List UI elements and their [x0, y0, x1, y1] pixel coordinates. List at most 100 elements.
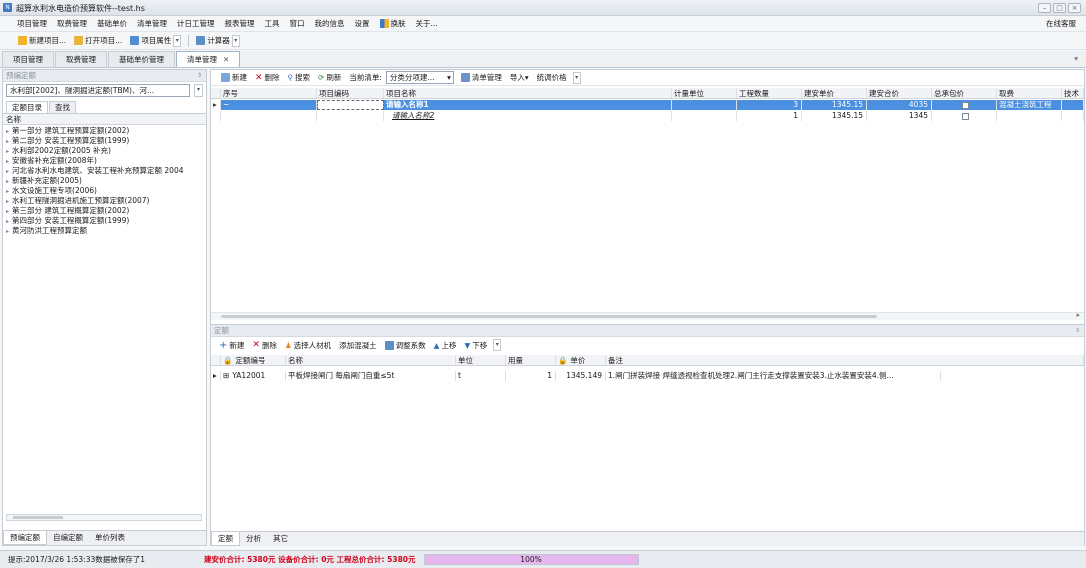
menu-daywork[interactable]: 计日工管理	[172, 16, 220, 32]
expand-arrow-icon[interactable]: ▸	[6, 178, 9, 185]
horizontal-scrollbar[interactable]	[6, 514, 202, 521]
tree-item[interactable]: ▸ 水利工程隧洞掘进机施工预算定额(2007)	[3, 196, 206, 206]
col-unit[interactable]: 计量单位	[672, 88, 737, 98]
menu-project[interactable]: 项目管理	[12, 16, 52, 32]
tab-quota-catalog[interactable]: 定额目录	[6, 101, 48, 113]
chevron-down-icon[interactable]: ▾	[572, 71, 581, 84]
expand-arrow-icon[interactable]: ▸	[6, 228, 9, 235]
col-quota-code[interactable]: 🔒 定额编号	[221, 355, 286, 365]
cell-quota-code[interactable]: ⊞ YA12001	[221, 371, 286, 381]
chevron-down-icon[interactable]: ▾	[173, 34, 182, 47]
tab-unit-price-list[interactable]: 单价列表	[89, 531, 131, 545]
tree-item[interactable]: ▸ 河北省水利水电建筑、安装工程补充预算定额 2004	[3, 166, 206, 176]
cell-code-editing[interactable]	[317, 100, 384, 110]
tree-item[interactable]: ▸ 水文设施工程专项(2006)	[3, 186, 206, 196]
online-service-link[interactable]: 在线客服	[1041, 16, 1086, 32]
expand-arrow-icon[interactable]: ▸	[6, 188, 9, 195]
expand-plus-icon[interactable]: ⊞	[223, 371, 229, 380]
unify-price-button[interactable]: 统调价格	[533, 70, 571, 86]
col-qty[interactable]: 工程数量	[737, 88, 802, 98]
pin-icon[interactable]: ⇕	[1075, 325, 1080, 337]
col-quota-qty[interactable]: 用量	[506, 355, 556, 365]
tab-search[interactable]: 查找	[49, 101, 76, 113]
adjust-coef-button[interactable]: 调整系数	[381, 337, 430, 353]
menu-report[interactable]: 报表管理	[220, 16, 260, 32]
cell-unit-price[interactable]: 1345.15	[802, 100, 867, 110]
expand-arrow-icon[interactable]: ▸	[6, 138, 9, 145]
menu-settings[interactable]: 设置	[350, 16, 375, 32]
cell-quota-qty[interactable]: 1	[506, 371, 556, 381]
col-quota-name[interactable]: 名称	[286, 355, 456, 365]
tree-item[interactable]: ▸ 第四部分 安装工程概算定额(1999)	[3, 216, 206, 226]
cell-code[interactable]	[317, 111, 384, 121]
chevron-down-icon[interactable]: ▾	[447, 72, 451, 83]
expand-arrow-icon[interactable]: ▸	[6, 128, 9, 135]
scroll-right-icon[interactable]: ▸	[1076, 311, 1080, 319]
list-manage-button[interactable]: 清单管理	[457, 70, 506, 86]
table-row[interactable]: ▸ − 请输入名称1 3 1345.15 4035 混凝土浇筑工程	[211, 100, 1084, 110]
cell-seq[interactable]	[221, 111, 317, 121]
tab-project-manage[interactable]: 项目管理	[2, 51, 54, 67]
quota-new-button[interactable]: + 新建	[215, 337, 248, 353]
cell-unit[interactable]	[672, 111, 737, 121]
tab-fee-manage[interactable]: 取费管理	[55, 51, 107, 67]
tab-other[interactable]: 其它	[267, 532, 294, 546]
expand-arrow-icon[interactable]: ▸	[6, 218, 9, 225]
menu-my-info[interactable]: 我的信息	[310, 16, 350, 32]
cell-general-contract[interactable]	[932, 100, 997, 110]
open-project-button[interactable]: 打开项目...	[70, 33, 126, 49]
cell-qty[interactable]: 3	[737, 100, 802, 110]
cell-technical[interactable]	[1062, 111, 1084, 121]
tab-list-manage[interactable]: 清单管理 ✕	[176, 51, 241, 67]
expand-arrow-icon[interactable]: ▸	[6, 208, 9, 215]
new-item-button[interactable]: 新建	[217, 70, 251, 86]
tab-custom-quota[interactable]: 自编定额	[47, 531, 89, 545]
expand-arrow-icon[interactable]: ▸	[6, 198, 9, 205]
maximize-button[interactable]: □	[1053, 3, 1066, 13]
table-row[interactable]: ▸ ⊞ YA12001 平板焊接闸门 每扇闸门自重≤5t t 1 1345.149…	[211, 371, 1084, 381]
menu-tools[interactable]: 工具	[260, 16, 285, 32]
scrollbar-thumb[interactable]	[221, 315, 877, 318]
col-seq[interactable]: 序号	[221, 88, 317, 98]
close-button[interactable]: ×	[1068, 3, 1081, 13]
add-concrete-button[interactable]: 添加混凝土	[335, 337, 381, 353]
cell-technical[interactable]	[1062, 100, 1084, 110]
pin-icon[interactable]: ⇕	[197, 70, 202, 82]
scrollbar-thumb[interactable]	[13, 516, 63, 519]
cell-total[interactable]: 4035	[867, 100, 932, 110]
tabs-overflow-icon[interactable]: ▾	[1074, 54, 1078, 63]
menu-window[interactable]: 窗口	[285, 16, 310, 32]
col-total[interactable]: 建安合价	[867, 88, 932, 98]
cell-name[interactable]: 请输入名称1	[384, 100, 672, 110]
cell-quota-name[interactable]: 平板焊接闸门 每扇闸门自重≤5t	[286, 371, 456, 381]
search-button[interactable]: ⚲ 搜索	[284, 70, 315, 86]
col-quota-note[interactable]: 备注	[606, 355, 1084, 365]
chevron-down-icon[interactable]: ▾	[231, 34, 240, 47]
move-up-button[interactable]: ▲ 上移	[430, 337, 461, 353]
chevron-down-icon[interactable]: ▾	[194, 84, 203, 97]
cell-name[interactable]: 请输入名称2	[384, 111, 672, 121]
cell-unit-price[interactable]: 1345.15	[802, 111, 867, 121]
expand-arrow-icon[interactable]: ▸	[6, 168, 9, 175]
expand-arrow-icon[interactable]: ▸	[6, 158, 9, 165]
col-quota-unit[interactable]: 单位	[456, 355, 506, 365]
menu-list[interactable]: 清单管理	[132, 16, 172, 32]
project-props-button[interactable]: 项目属性 ▾	[126, 33, 185, 49]
menu-base-price[interactable]: 基础单价	[92, 16, 132, 32]
cell-general-contract[interactable]	[932, 111, 997, 121]
refresh-button[interactable]: ⟳ 刷新	[314, 70, 345, 86]
close-icon[interactable]: ✕	[223, 52, 229, 67]
cell-fee[interactable]: 混凝土浇筑工程	[997, 100, 1062, 110]
tab-base-price[interactable]: 基础单价管理	[108, 51, 175, 67]
tree-item[interactable]: ▸ 安徽省补充定额(2008年)	[3, 156, 206, 166]
tree-item[interactable]: ▸ 第二部分 安装工程预算定额(1999)	[3, 136, 206, 146]
tab-preset-quota[interactable]: 预编定额	[3, 531, 47, 545]
new-project-button[interactable]: 新建项目...	[14, 33, 70, 49]
checkbox[interactable]	[961, 112, 969, 120]
tree-item[interactable]: ▸ 水利部2002定额(2005 补充)	[3, 146, 206, 156]
tree-item[interactable]: ▸ 第三部分 建筑工程概算定额(2002)	[3, 206, 206, 216]
expand-arrow-icon[interactable]: ▸	[6, 148, 9, 155]
col-fee[interactable]: 取费	[997, 88, 1062, 98]
select-materials-button[interactable]: ♟ 选择人材机	[281, 337, 335, 353]
tree-item[interactable]: ▸ 第一部分 建筑工程预算定额(2002)	[3, 126, 206, 136]
